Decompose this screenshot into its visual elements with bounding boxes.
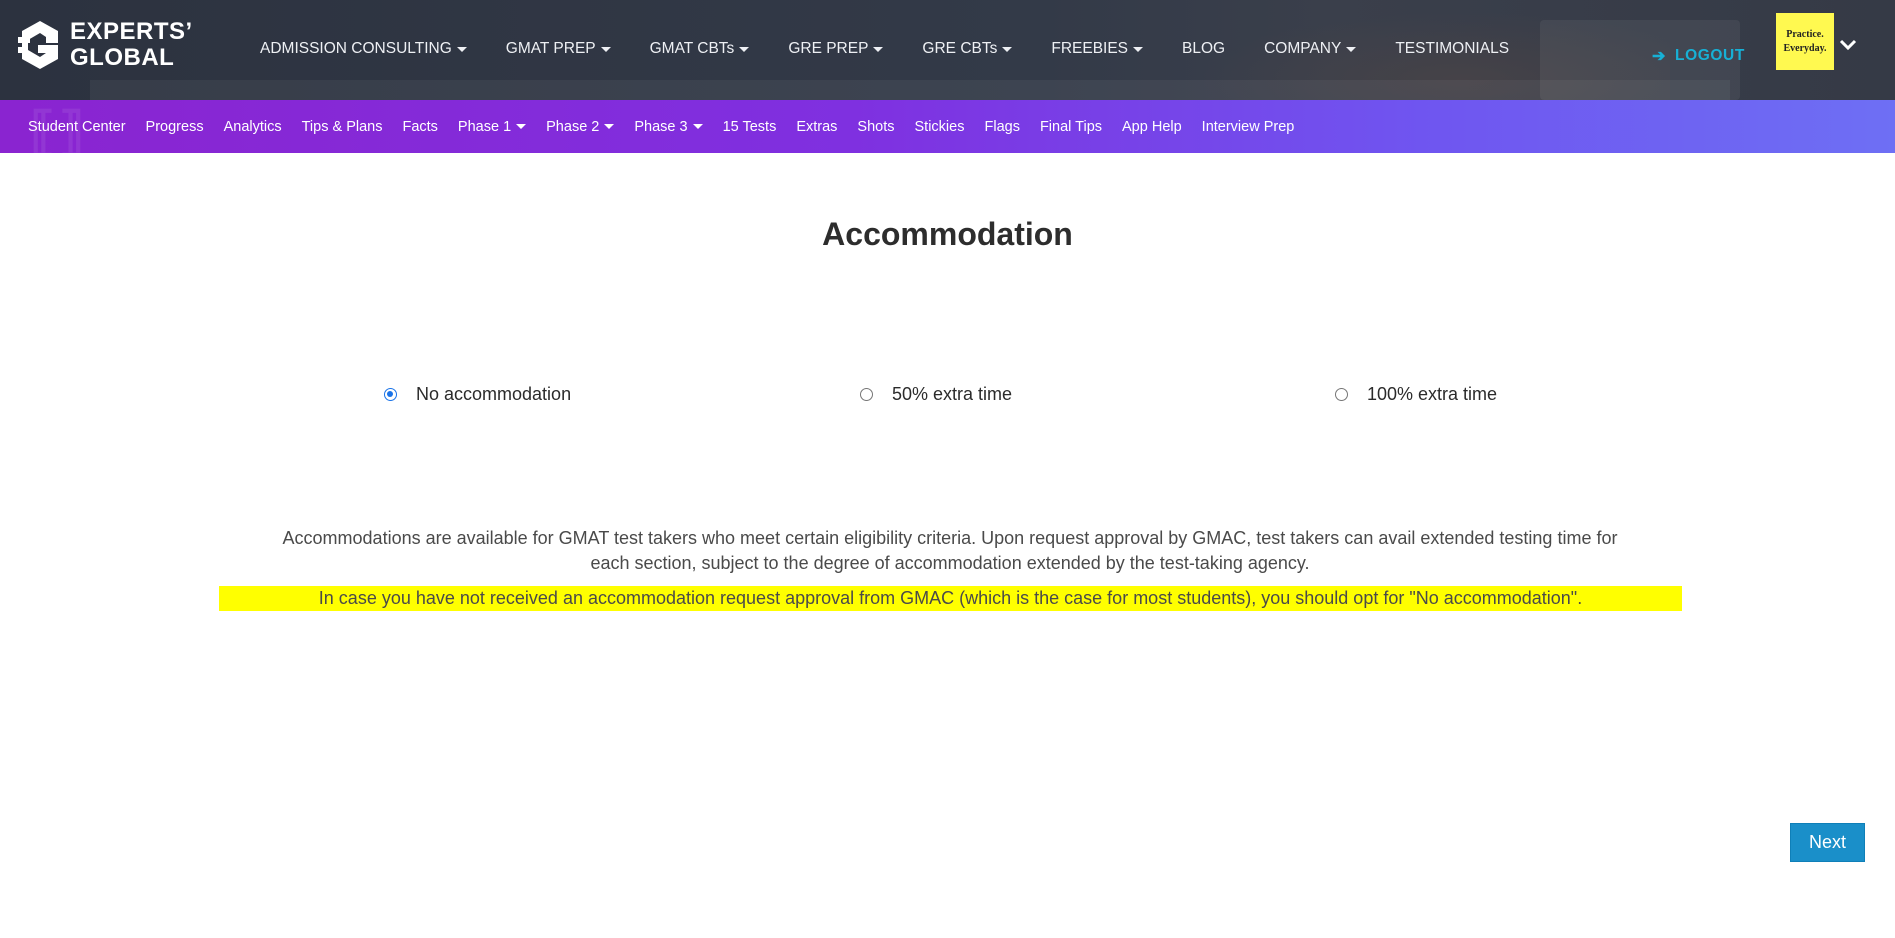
main-nav-item-testimonials[interactable]: TESTIMONIALS: [1395, 40, 1509, 58]
caret-down-icon: [873, 46, 884, 52]
sub-nav-item-stickies[interactable]: Stickies: [915, 119, 965, 135]
main-nav-label: TESTIMONIALS: [1395, 40, 1510, 57]
main-nav: ADMISSION CONSULTING GMAT PREP GMAT CBTs GR…: [260, 40, 1548, 58]
main-nav-item-gmat-prep[interactable]: GMAT PREP: [506, 40, 611, 58]
sub-nav-label: Interview Prep: [1201, 118, 1295, 135]
sub-nav-label: 15 Tests: [722, 118, 777, 135]
highlighted-note: In case you have not received an accommo…: [219, 586, 1682, 611]
main-nav-item-admission-consulting[interactable]: ADMISSION CONSULTING: [260, 40, 467, 58]
sub-nav-label: Phase 3: [634, 118, 688, 135]
main-nav-label: GMAT CBTs: [649, 40, 735, 57]
sub-nav-item-facts[interactable]: Facts: [402, 119, 437, 135]
sub-nav-label: Facts: [402, 118, 438, 135]
brand-line-2: GLOBAL: [70, 43, 175, 71]
sub-nav-item-analytics[interactable]: Analytics: [224, 119, 282, 135]
info-line-1: Accommodations are available for GMAT te…: [282, 528, 1618, 548]
sub-nav-label: Flags: [984, 118, 1020, 135]
main-nav-label: COMPANY: [1264, 40, 1342, 57]
sub-nav-item-15-tests[interactable]: 15 Tests: [723, 119, 777, 135]
main-nav-label: GMAT PREP: [505, 40, 596, 57]
caret-down-icon: [1002, 46, 1013, 52]
logout-link[interactable]: ➔ LOGOUT: [1652, 46, 1745, 66]
radio-50-extra-time[interactable]: [860, 388, 873, 401]
header-background-band: [90, 80, 1730, 100]
sub-nav-item-phase-3[interactable]: Phase 3: [634, 118, 703, 135]
sub-nav-label: App Help: [1122, 118, 1182, 135]
caret-down-icon: [604, 124, 615, 129]
sub-nav-label: Final Tips: [1039, 118, 1103, 135]
sub-nav-item-extras[interactable]: Extras: [796, 119, 837, 135]
brand-name: EXPERTS’ GLOBAL: [70, 17, 193, 71]
sub-nav-item-flags[interactable]: Flags: [984, 119, 1019, 135]
brand-logo-icon: [18, 20, 58, 69]
caret-down-icon: [1346, 46, 1357, 52]
main-nav-label: BLOG: [1182, 40, 1226, 57]
caret-down-icon: [1133, 46, 1144, 52]
accommodation-info: Accommodations are available for GMAT te…: [220, 526, 1680, 576]
main-nav-label: GRE PREP: [788, 40, 869, 57]
sub-nav-label: Phase 1: [457, 118, 512, 135]
sub-nav-item-phase-2[interactable]: Phase 2: [546, 118, 615, 135]
info-line-2: each section, subject to the degree of a…: [590, 553, 1310, 573]
sub-nav-item-phase-1[interactable]: Phase 1: [457, 118, 527, 135]
sub-nav-item-student-center[interactable]: Student Center: [28, 119, 126, 135]
caret-down-icon: [600, 46, 611, 52]
badge-line-1: Practice.: [1786, 28, 1824, 40]
option-no-accommodation[interactable]: No accommodation: [384, 384, 571, 405]
sub-nav-label: Extras: [796, 118, 838, 135]
caret-down-icon: [739, 46, 750, 52]
logout-label: LOGOUT: [1675, 47, 1745, 64]
main-nav-item-gmat-cbts[interactable]: GMAT CBTs: [650, 40, 750, 58]
brand-line-1: EXPERTS’: [70, 17, 193, 45]
chevron-down-icon[interactable]: [1838, 38, 1858, 52]
sub-nav-label: Student Center: [28, 118, 126, 135]
brand-logo[interactable]: EXPERTS’ GLOBAL: [18, 17, 193, 72]
sub-nav-item-tips-plans[interactable]: Tips & Plans: [302, 119, 383, 135]
sub-nav-label: Analytics: [223, 118, 282, 135]
radio-no-accommodation[interactable]: [384, 388, 397, 401]
accommodation-options: No accommodation 50% extra time 100% ext…: [0, 384, 1895, 414]
arrow-right-icon: ➔: [1652, 48, 1667, 65]
option-100-extra-time[interactable]: 100% extra time: [1335, 384, 1497, 405]
option-label: 50% extra time: [892, 384, 1013, 404]
next-button[interactable]: Next: [1790, 823, 1865, 862]
radio-100-extra-time[interactable]: [1335, 388, 1348, 401]
main-nav-item-gre-prep[interactable]: GRE PREP: [788, 40, 884, 58]
sub-nav-label: Tips & Plans: [301, 118, 383, 135]
option-label: 100% extra time: [1367, 384, 1498, 404]
main-nav-item-freebies[interactable]: FREEBIES: [1051, 40, 1144, 58]
sub-nav-item-interview-prep[interactable]: Interview Prep: [1202, 119, 1295, 135]
main-nav-label: FREEBIES: [1051, 40, 1129, 57]
sub-nav-item-shots[interactable]: Shots: [857, 119, 894, 135]
practice-everyday-badge[interactable]: Practice. Everyday.: [1776, 13, 1834, 70]
sub-nav: ⟦⟧ Student Center Progress Analytics Tips &…: [0, 100, 1895, 153]
sub-nav-label: Phase 2: [546, 118, 600, 135]
caret-down-icon: [516, 124, 527, 129]
sub-nav-label: Stickies: [914, 118, 965, 135]
main-nav-item-blog[interactable]: BLOG: [1182, 40, 1225, 58]
sub-nav-item-app-help[interactable]: App Help: [1122, 119, 1182, 135]
option-50-extra-time[interactable]: 50% extra time: [860, 384, 1012, 405]
main-nav-item-company[interactable]: COMPANY: [1264, 40, 1357, 58]
sub-nav-item-progress[interactable]: Progress: [146, 119, 204, 135]
top-header: EXPERTS’ GLOBAL ADMISSION CONSULTING GMAT…: [0, 0, 1895, 100]
sub-nav-items: Student Center Progress Analytics Tips & Pl…: [28, 100, 1314, 153]
sub-nav-label: Shots: [857, 118, 895, 135]
main-nav-label: GRE CBTs: [922, 40, 998, 57]
main-nav-label: ADMISSION CONSULTING: [260, 40, 452, 57]
badge-line-2: Everyday.: [1783, 42, 1827, 54]
caret-down-icon: [456, 46, 467, 52]
sub-nav-label: Progress: [145, 118, 204, 135]
page-title: Accommodation: [822, 216, 1073, 252]
option-label: No accommodation: [416, 384, 572, 404]
caret-down-icon: [692, 124, 703, 129]
main-nav-item-gre-cbts[interactable]: GRE CBTs: [922, 40, 1013, 58]
sub-nav-item-final-tips[interactable]: Final Tips: [1040, 119, 1102, 135]
